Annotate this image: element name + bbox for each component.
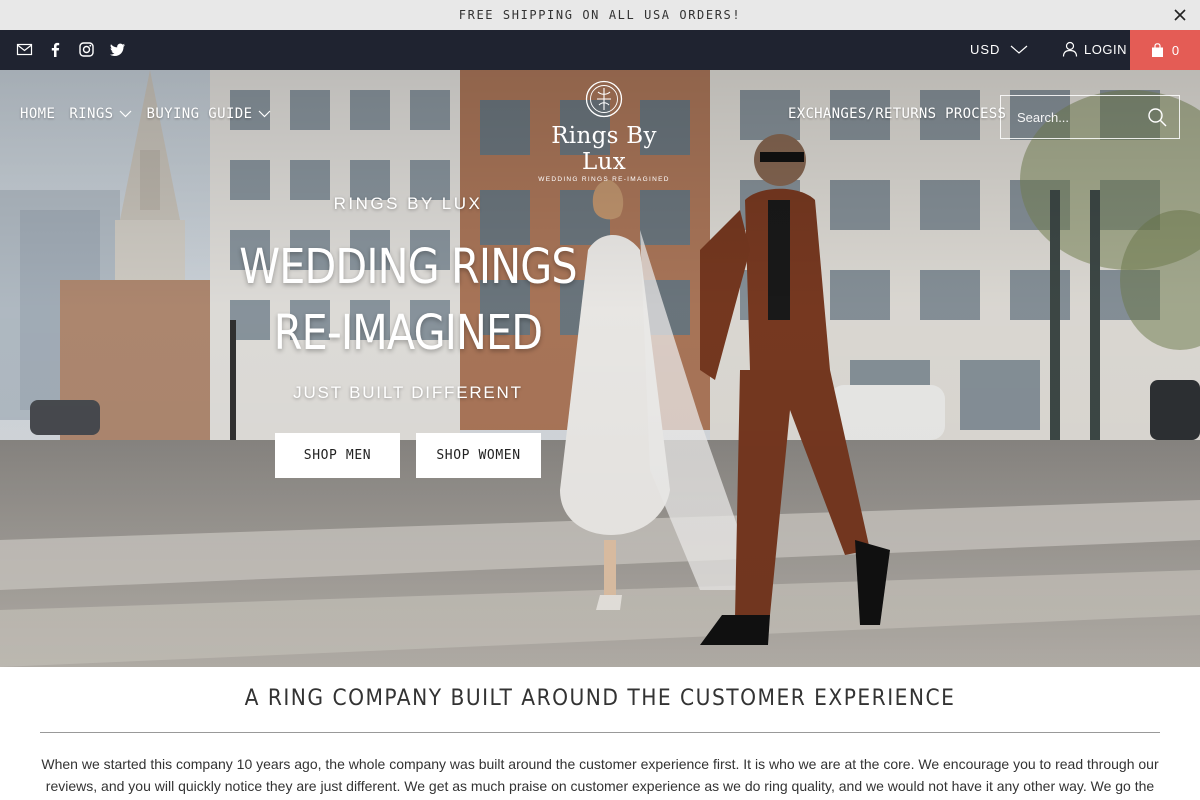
hero-subheading: RINGS BY LUX (333, 194, 483, 213)
chevron-down-icon (259, 110, 271, 118)
cart-button[interactable]: 0 (1130, 30, 1200, 70)
user-icon (1062, 41, 1078, 57)
currency-label: USD (970, 42, 1001, 57)
chevron-down-icon (1011, 45, 1028, 54)
facebook-icon[interactable] (47, 41, 64, 58)
announcement-bar: FREE SHIPPING ON ALL USA ORDERS! (0, 0, 1200, 30)
shop-women-button[interactable]: SHOP WOMEN (416, 433, 541, 478)
search-icon[interactable] (1147, 107, 1167, 127)
nav-rings-label: RINGS (69, 106, 114, 122)
section-heading: A RING COMPANY BUILT AROUND THE CUSTOMER… (244, 686, 956, 711)
chevron-down-icon (120, 110, 132, 118)
social-links (16, 41, 126, 58)
section-body-text: When we started this company 10 years ag… (41, 756, 1159, 794)
top-bar: USD LOGIN 0 (0, 30, 1200, 70)
hero-title: WEDDING RINGS RE-IMAGINED (239, 239, 577, 361)
twitter-icon[interactable] (109, 41, 126, 58)
logo-tagline: WEDDING RINGS RE-IMAGINED (538, 176, 670, 183)
logo-text: Rings By Lux (551, 123, 657, 175)
cart-count: 0 (1171, 42, 1180, 58)
nav-home-label: HOME (20, 106, 56, 122)
email-icon[interactable] (16, 41, 33, 58)
nav-buying-guide-label: BUYING GUIDE (146, 106, 253, 122)
logo-emblem-icon (585, 80, 623, 118)
main-nav: HOME RINGS BUYING GUIDE (20, 106, 271, 122)
instagram-icon[interactable] (78, 41, 95, 58)
login-label: LOGIN (1084, 41, 1127, 57)
site-logo[interactable]: Rings By Lux WEDDING RINGS RE-IMAGINED (536, 80, 672, 183)
login-link[interactable]: LOGIN (1062, 41, 1127, 57)
hero-banner: HOME RINGS BUYING GUIDE Rings By Lux WED… (0, 70, 1200, 667)
currency-selector[interactable]: USD (970, 42, 1028, 57)
hero-tagline: JUST BUILT DIFFERENT (293, 383, 523, 402)
nav-rings[interactable]: RINGS (69, 106, 132, 122)
close-icon[interactable] (1172, 7, 1188, 23)
announcement-text: FREE SHIPPING ON ALL USA ORDERS! (458, 8, 742, 22)
section-divider (40, 732, 1160, 733)
shopping-bag-icon (1151, 42, 1163, 57)
search-box (1000, 95, 1180, 139)
nav-exchanges[interactable]: EXCHANGES/RETURNS PROCESS (788, 106, 1006, 122)
nav-buying-guide[interactable]: BUYING GUIDE (146, 106, 271, 122)
shop-men-button[interactable]: SHOP MEN (275, 433, 400, 478)
search-input[interactable] (1017, 109, 1147, 125)
nav-home[interactable]: HOME (20, 106, 55, 122)
